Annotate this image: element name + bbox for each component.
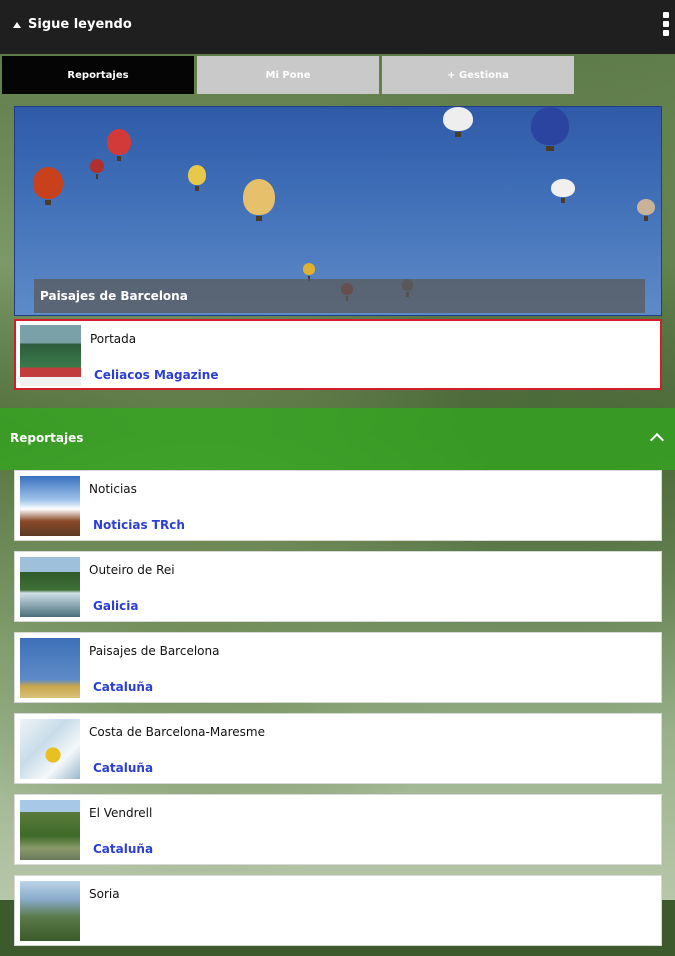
balloon-image	[107, 129, 131, 161]
balloon-image	[551, 179, 575, 203]
item-title: Paisajes de Barcelona	[89, 644, 220, 658]
kayak-photo-thumbnail	[20, 719, 80, 779]
item-title: El Vendrell	[89, 806, 153, 820]
balloon-image	[188, 165, 206, 191]
item-title: Outeiro de Rei	[89, 563, 175, 577]
balloon-image	[637, 199, 655, 221]
featured-card[interactable]: Portada Celiacos Magazine	[14, 319, 662, 390]
section-header-band	[0, 408, 675, 470]
featured-subtitle-link[interactable]: Celiacos Magazine	[94, 368, 218, 382]
item-subtitle-link[interactable]: Cataluña	[93, 761, 153, 775]
splash-photo-thumbnail	[20, 476, 80, 536]
item-subtitle-link[interactable]: Noticias TRch	[93, 518, 185, 532]
list-item[interactable]: Paisajes de Barcelona Cataluña	[14, 632, 662, 703]
magazine-cover-thumbnail	[20, 325, 81, 386]
top-bar: Sigue leyendo	[0, 0, 675, 54]
item-title: Costa de Barcelona-Maresme	[89, 725, 265, 739]
featured-title: Portada	[90, 332, 137, 346]
item-subtitle-link[interactable]: Cataluña	[93, 680, 153, 694]
balloon-image	[531, 107, 569, 151]
balloon-image	[303, 263, 315, 281]
overflow-menu-icon[interactable]	[661, 12, 671, 42]
hero-banner[interactable]: Paisajes de Barcelona	[14, 106, 662, 316]
balloon-image	[443, 107, 473, 137]
item-title: Soria	[89, 887, 120, 901]
header-title[interactable]: Sigue leyendo	[28, 17, 132, 32]
list-item[interactable]: El Vendrell Cataluña	[14, 794, 662, 865]
collapse-arrow-icon[interactable]	[13, 22, 21, 28]
tab-mi-pone[interactable]: Mi Pone	[197, 56, 379, 94]
item-subtitle-link[interactable]: Galicia	[93, 599, 139, 613]
item-title: Noticias	[89, 482, 137, 496]
list-item[interactable]: Noticias Noticias TRch	[14, 470, 662, 541]
tab-gestiona[interactable]: + Gestiona	[382, 56, 574, 94]
item-subtitle-link[interactable]: Cataluña	[93, 842, 153, 856]
tab-bar: Reportajes Mi Pone + Gestiona	[0, 54, 675, 96]
balloon-image	[33, 167, 63, 205]
list-item[interactable]: Outeiro de Rei Galicia	[14, 551, 662, 622]
reportajes-list: Noticias Noticias TRch Outeiro de Rei Ga…	[14, 470, 662, 956]
hero-caption: Paisajes de Barcelona	[34, 279, 645, 313]
balloon-image	[90, 159, 104, 179]
river-photo-thumbnail	[20, 557, 80, 617]
landscape-photo-thumbnail	[20, 881, 80, 941]
tab-reportajes[interactable]: Reportajes	[2, 56, 194, 94]
list-item[interactable]: Costa de Barcelona-Maresme Cataluña	[14, 713, 662, 784]
section-title: Reportajes	[10, 431, 84, 445]
trees-photo-thumbnail	[20, 800, 80, 860]
balloons-photo-thumbnail	[20, 638, 80, 698]
list-item[interactable]: Soria	[14, 875, 662, 946]
balloon-image	[243, 179, 275, 221]
